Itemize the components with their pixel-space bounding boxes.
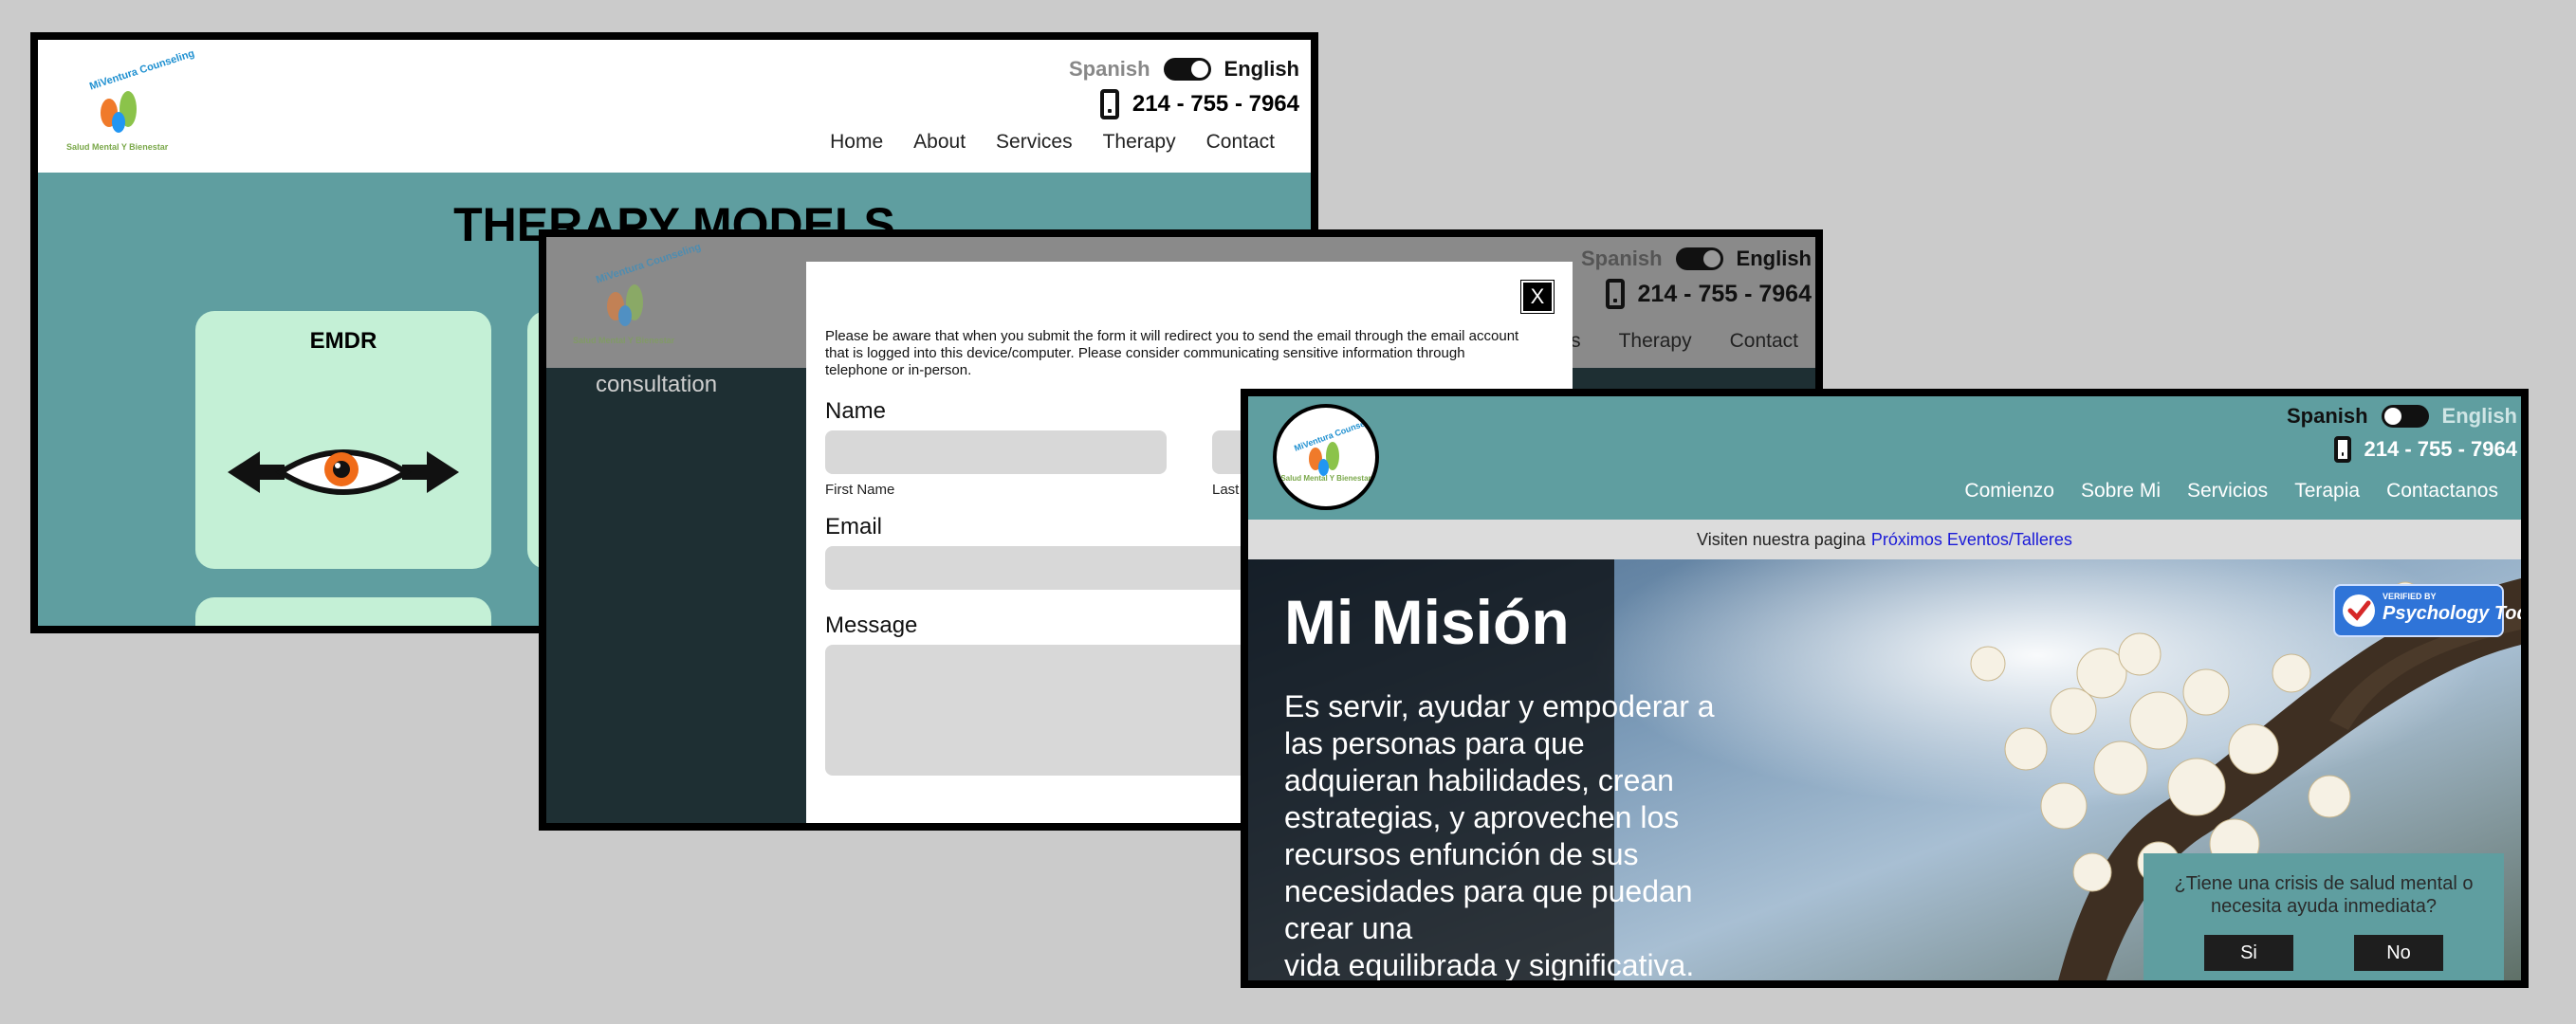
psychology-today-badge[interactable]: VERIFIED BY Psychology Today xyxy=(2333,584,2521,637)
hero-line: crear una xyxy=(1284,911,1413,945)
logo-figure-blue xyxy=(618,305,632,326)
crisis-no-button[interactable]: No xyxy=(2354,935,2443,971)
events-banner: Visiten nuestra pagina Próximos Eventos/… xyxy=(1248,520,2521,559)
language-switch: Spanish English xyxy=(1581,247,1812,271)
logo-figure-blue xyxy=(112,112,125,133)
nav-servicios[interactable]: Servicios xyxy=(2187,480,2268,503)
name-label: Name xyxy=(825,398,887,424)
card-third[interactable] xyxy=(195,597,491,626)
language-toggle[interactable] xyxy=(1163,58,1211,81)
lang-english[interactable]: English xyxy=(1737,247,1812,271)
nav-home[interactable]: Home xyxy=(830,131,883,154)
logo-arc-text: MiVentura Counseling xyxy=(87,47,196,93)
site-header: MiVentura Counseling Salud Mental Y Bien… xyxy=(1248,396,2521,520)
nav-therapy[interactable]: Therapy xyxy=(1619,330,1692,353)
nav-comienzo[interactable]: Comienzo xyxy=(1964,480,2054,503)
lang-spanish[interactable]: Spanish xyxy=(2287,404,2368,429)
hero-line: Es servir, ayudar y empoderar a xyxy=(1284,689,1715,723)
hero-line: vida equilibrada y significativa. xyxy=(1284,948,1695,982)
events-link[interactable]: Próximos Eventos/Talleres xyxy=(1871,530,2072,550)
hero-line: las personas para que xyxy=(1284,726,1585,760)
phone-number: 214 - 755 - 7964 xyxy=(1132,91,1299,117)
language-toggle[interactable] xyxy=(2381,405,2429,428)
phone-icon xyxy=(1605,279,1625,309)
hero-line: estrategias, y aprovechen los xyxy=(1284,800,1680,834)
crisis-prompt: ¿Tiene una crisis de salud mental o nece… xyxy=(2144,853,2504,980)
nav-contactanos[interactable]: Contactanos xyxy=(2386,480,2498,503)
message-label: Message xyxy=(825,613,918,638)
nav-contact[interactable]: Contact xyxy=(1206,131,1275,154)
phone-contact[interactable]: 214 - 755 - 7964 xyxy=(1605,279,1812,309)
nav-sobre-mi[interactable]: Sobre Mi xyxy=(2081,480,2161,503)
card-emdr[interactable]: EMDR xyxy=(195,311,491,569)
checkmark-icon xyxy=(2343,594,2375,627)
site-header: MiVentura Counseling Salud Mental Y Bien… xyxy=(38,40,1311,173)
logo-arc-text: MiVentura Counseling xyxy=(594,241,703,286)
language-switch: Spanish English xyxy=(2287,404,2517,429)
badge-brand-text: Psychology Today xyxy=(2383,603,2521,624)
logo-subtitle: Salud Mental Y Bienestar xyxy=(573,336,675,345)
language-toggle[interactable] xyxy=(1675,247,1723,270)
hero-section: Mi Misión Es servir, ayudar y empoderar … xyxy=(1248,559,2521,982)
hero-mission-text: Es servir, ayudar y empoderar a las pers… xyxy=(1284,688,1815,982)
crisis-question: ¿Tiene una crisis de salud mental o nece… xyxy=(2174,873,2474,917)
phone-icon xyxy=(2333,436,2351,463)
lang-english[interactable]: English xyxy=(1224,57,1299,82)
phone-contact[interactable]: 214 - 755 - 7964 xyxy=(1099,89,1299,119)
crisis-yes-button[interactable]: Si xyxy=(2204,935,2293,971)
phone-number: 214 - 755 - 7964 xyxy=(2364,437,2517,461)
banner-text: Visiten nuestra pagina xyxy=(1697,529,1866,549)
nav-terapia[interactable]: Terapia xyxy=(2294,480,2360,503)
phone-icon xyxy=(1099,89,1119,119)
nav-therapy[interactable]: Therapy xyxy=(1103,131,1176,154)
phone-number: 214 - 755 - 7964 xyxy=(1637,280,1812,307)
phone-contact[interactable]: 214 - 755 - 7964 xyxy=(2333,436,2517,463)
logo-subtitle: Salud Mental Y Bienestar xyxy=(66,142,169,152)
nav-about[interactable]: About xyxy=(913,131,966,154)
screenshot-mi-mision: MiVentura Counseling Salud Mental Y Bien… xyxy=(1241,389,2529,988)
hero-line: recursos enfunción de sus xyxy=(1284,837,1639,871)
email-label: Email xyxy=(825,514,883,539)
nav-services[interactable]: Services xyxy=(996,131,1073,154)
lang-english[interactable]: English xyxy=(2442,404,2517,429)
nav-contact[interactable]: Contact xyxy=(1730,330,1798,353)
close-button[interactable]: X xyxy=(1520,280,1555,314)
badge-verified-text: VERIFIED BY xyxy=(2383,592,2437,601)
first-name-field[interactable] xyxy=(825,430,1167,474)
first-name-label: First Name xyxy=(825,482,895,498)
eye-arrows-icon xyxy=(228,449,459,495)
site-logo[interactable]: MiVentura Counseling Salud Mental Y Bien… xyxy=(1273,404,1379,510)
language-switch: Spanish English xyxy=(1069,57,1299,82)
hero-line: adquieran habilidades, crean xyxy=(1284,763,1674,797)
main-nav: s Therapy Contact xyxy=(1571,330,1798,353)
main-nav: Home About Services Therapy Contact xyxy=(830,131,1275,154)
site-logo[interactable]: MiVentura Counseling Salud Mental Y Bien… xyxy=(573,241,703,351)
hero-title: Mi Misión xyxy=(1284,587,1570,657)
site-logo[interactable]: MiVentura Counseling Salud Mental Y Bien… xyxy=(66,47,196,157)
logo-subtitle: Salud Mental Y Bienestar xyxy=(1280,474,1371,483)
hero-line: necesidades para que puedan xyxy=(1284,874,1693,908)
consultation-text: consultation xyxy=(596,372,718,397)
redirect-notice: Please be aware that when you submit the… xyxy=(825,328,1519,378)
lang-spanish[interactable]: Spanish xyxy=(1581,247,1663,271)
lang-spanish[interactable]: Spanish xyxy=(1069,57,1150,82)
card-emdr-title: EMDR xyxy=(309,328,377,354)
main-nav: Comienzo Sobre Mi Servicios Terapia Cont… xyxy=(1964,480,2498,503)
